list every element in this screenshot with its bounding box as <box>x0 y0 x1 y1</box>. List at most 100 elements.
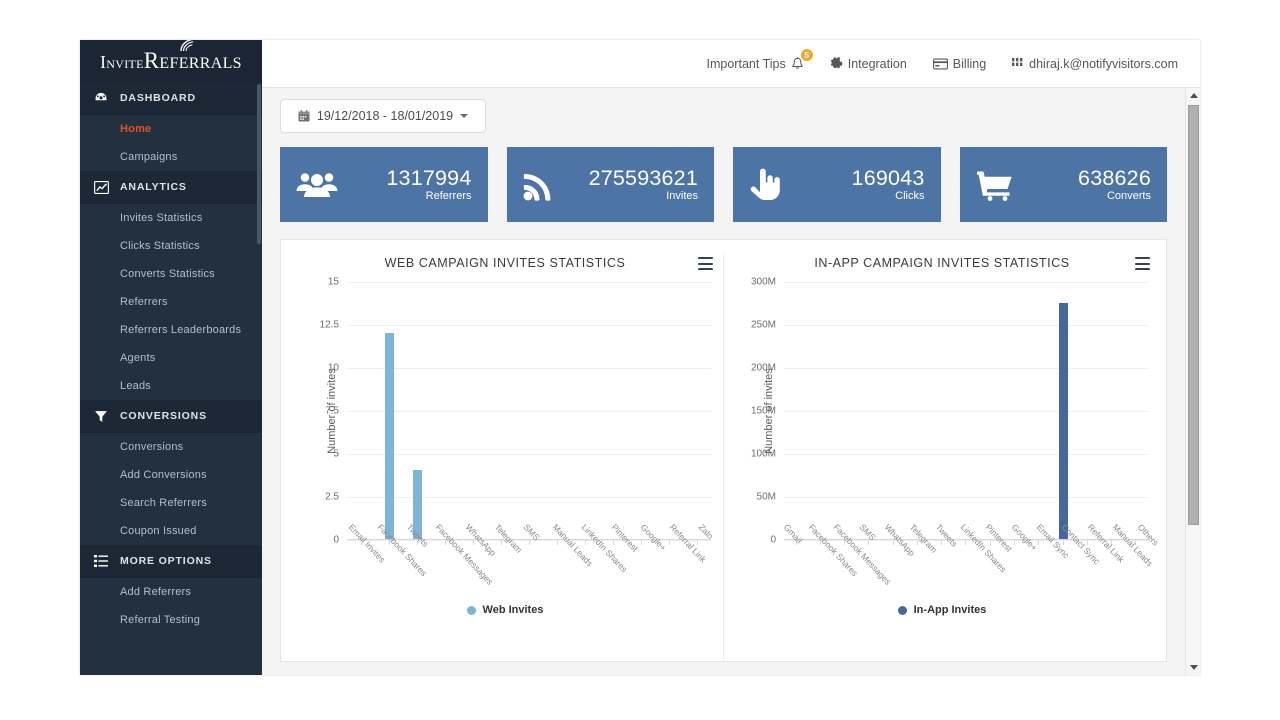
x-label-slot: Tweets <box>397 518 426 596</box>
header-link-important-tips[interactable]: Important Tips 5 <box>707 57 804 71</box>
y-tick-label: 100M <box>751 449 776 460</box>
x-label-slot: LinkedIn Shares <box>573 518 602 596</box>
sidebar-item-home[interactable]: Home <box>80 115 262 143</box>
bar-slot <box>459 282 487 539</box>
x-label-slot: Tweets <box>928 518 953 596</box>
hamburger-menu-icon[interactable] <box>1135 257 1150 270</box>
x-label-slot: Facebook Messages <box>427 518 456 596</box>
brand-prefix: Invite <box>100 52 144 72</box>
bell-icon[interactable]: 5 <box>791 57 804 71</box>
y-tick-label: 15 <box>328 277 339 288</box>
x-label-slot: Gmail <box>776 518 801 596</box>
stat-card-converts[interactable]: 638626Converts <box>960 147 1168 222</box>
sidebar-item-referral-testing[interactable]: Referral Testing <box>80 606 262 634</box>
bar-slot <box>1002 282 1026 539</box>
bar-slot <box>347 282 375 539</box>
important-tips-label: Important Tips <box>707 57 786 71</box>
shopping-cart-icon <box>976 169 1024 201</box>
bar-slot <box>1124 282 1148 539</box>
grid-area <box>784 282 1148 540</box>
x-label-slot: Google+ <box>1004 518 1029 596</box>
scroll-down-icon[interactable] <box>1186 660 1200 675</box>
bar-slot <box>431 282 459 539</box>
x-label-slot: Google+ <box>631 518 660 596</box>
chevron-down-icon <box>460 114 468 118</box>
y-tick-label: 150M <box>751 406 776 417</box>
speedometer-icon <box>94 91 114 105</box>
bar[interactable] <box>1059 303 1068 539</box>
page-scrollbar[interactable] <box>1185 88 1200 675</box>
sidebar-item-label: Home <box>120 123 151 135</box>
bar[interactable] <box>385 333 394 539</box>
x-label-slot: Facebook Shares <box>801 518 826 596</box>
bar-slot <box>487 282 515 539</box>
main-area: Important Tips 5 Integration Billing <box>262 40 1200 675</box>
date-range-picker[interactable]: 19/12/2018 - 18/01/2019 <box>280 99 486 133</box>
sidebar-section-label: MORE OPTIONS <box>120 555 212 567</box>
stat-card-invites[interactable]: 275593621Invites <box>507 147 715 222</box>
calendar-icon <box>298 110 310 122</box>
sidebar-item-agents[interactable]: Agents <box>80 344 262 372</box>
stat-card-label: Converts <box>1024 190 1152 202</box>
x-label-slot: WhatsApp <box>877 518 902 596</box>
stat-card-clicks[interactable]: 169043Clicks <box>733 147 941 222</box>
plot-area: Number of invites 050M100M150M200M250M30… <box>732 282 1152 540</box>
sidebar-item-clicks-statistics[interactable]: Clicks Statistics <box>80 232 262 260</box>
sidebar-item-referrers[interactable]: Referrers <box>80 288 262 316</box>
x-label-slot: WhatsApp <box>456 518 485 596</box>
sidebar-section-analytics[interactable]: ANALYTICS <box>80 171 262 204</box>
x-tick-label: Others <box>1136 522 1161 548</box>
sidebar-item-label: Leads <box>120 380 151 392</box>
stat-card-label: Invites <box>571 190 699 202</box>
sidebar-item-campaigns[interactable]: Campaigns <box>80 143 262 171</box>
grid-area <box>347 282 711 540</box>
stat-card-value: 1317994 <box>344 166 472 190</box>
x-label-slot: SMS <box>852 518 877 596</box>
stat-card-value: 169043 <box>797 166 925 190</box>
brand-logo[interactable]: InviteReferrals <box>80 40 262 82</box>
sidebar-item-label: Invites Statistics <box>120 212 202 224</box>
x-label-slot: Telegram <box>485 518 514 596</box>
header-link-billing[interactable]: Billing <box>933 57 986 71</box>
rss-signal-icon <box>523 169 571 201</box>
sidebar-item-converts-statistics[interactable]: Converts Statistics <box>80 260 262 288</box>
hamburger-menu-icon[interactable] <box>698 257 713 270</box>
chart-legend[interactable]: In-App Invites <box>724 604 1160 616</box>
sidebar-section-label: ANALYTICS <box>120 181 187 193</box>
plot-area: Number of invites 02.557.51012.515 <box>295 282 715 540</box>
sidebar-item-label: Referrers Leaderboards <box>120 324 241 336</box>
x-label-slot: Telegram <box>903 518 928 596</box>
bars <box>784 282 1148 539</box>
stat-card-referrers[interactable]: 1317994Referrers <box>280 147 488 222</box>
scroll-up-icon[interactable] <box>1186 88 1200 103</box>
sidebar-item-search-referrers[interactable]: Search Referrers <box>80 489 262 517</box>
sidebar-item-leads[interactable]: Leads <box>80 372 262 400</box>
sidebar-item-label: Conversions <box>120 441 183 453</box>
sidebar-section-more-options[interactable]: MORE OPTIONS <box>80 545 262 578</box>
wifi-signal-icon <box>180 40 196 52</box>
sidebar-item-referrers-leaderboards[interactable]: Referrers Leaderboards <box>80 316 262 344</box>
chart-legend[interactable]: Web Invites <box>287 604 723 616</box>
sidebar-item-conversions[interactable]: Conversions <box>80 433 262 461</box>
sidebar-item-add-conversions[interactable]: Add Conversions <box>80 461 262 489</box>
sidebar-section-label: CONVERSIONS <box>120 410 207 422</box>
chart-line-icon <box>94 181 114 194</box>
stat-card-value: 638626 <box>1024 166 1152 190</box>
sidebar-section-conversions[interactable]: CONVERSIONS <box>80 400 262 433</box>
x-label-slot: Facebook Messages <box>827 518 852 596</box>
sidebar-section-dashboard[interactable]: DASHBOARD <box>80 82 262 115</box>
y-tick-label: 50M <box>757 492 776 503</box>
sidebar-item-invites-statistics[interactable]: Invites Statistics <box>80 204 262 232</box>
header-link-integration[interactable]: Integration <box>830 57 907 71</box>
bar-slot <box>833 282 857 539</box>
bar-slot <box>683 282 711 539</box>
sidebar-item-add-referrers[interactable]: Add Referrers <box>80 578 262 606</box>
sidebar-item-coupon-issued[interactable]: Coupon Issued <box>80 517 262 545</box>
bar-slot <box>881 282 905 539</box>
scrollbar-thumb[interactable] <box>1188 105 1199 525</box>
y-tick-label: 12.5 <box>320 320 339 331</box>
header-link-account[interactable]: dhiraj.k@notifyvisitors.com <box>1012 57 1178 71</box>
gear-icon <box>830 57 843 70</box>
sidebar-scrollbar[interactable] <box>257 84 261 244</box>
dashboard-app: InviteReferrals DASHBOARD Home Campaigns AN… <box>80 40 1200 675</box>
